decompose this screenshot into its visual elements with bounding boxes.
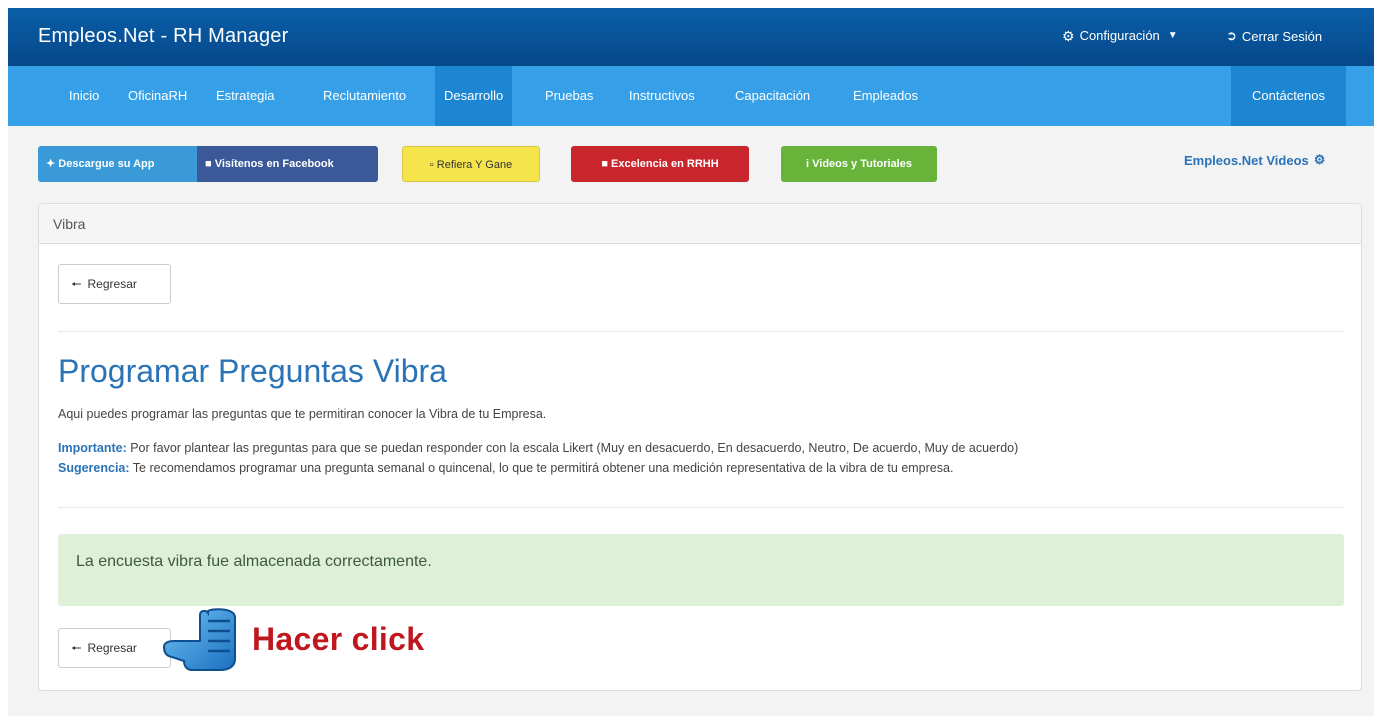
briefcase-icon: ■ xyxy=(601,158,608,170)
nav-item-estrategia[interactable]: Estrategia xyxy=(207,66,284,126)
top-bar: Empleos.Net - RH Manager ⚙ Configuración… xyxy=(8,8,1374,66)
facebook-button[interactable]: ■ Visítenos en Facebook xyxy=(197,146,378,182)
important-note: Importante: Por favor plantear las pregu… xyxy=(58,441,1018,455)
suggestion-note: Sugerencia: Te recomendamos programar un… xyxy=(58,461,953,475)
important-text: Por favor plantear las preguntas para qu… xyxy=(126,441,1019,455)
nav-item-reclutamiento[interactable]: Reclutamiento xyxy=(314,66,415,126)
videos-link-label: Empleos.Net Videos xyxy=(1184,152,1309,168)
success-alert: La encuesta vibra fue almacenada correct… xyxy=(58,534,1344,606)
divider xyxy=(58,507,1344,508)
arrow-left-icon: 🠔 xyxy=(71,641,82,655)
configuration-menu[interactable]: ⚙ Configuración ▼ xyxy=(1062,28,1178,43)
back-button-bottom[interactable]: 🠔 Regresar xyxy=(58,628,171,668)
back-button-top[interactable]: 🠔 Regresar xyxy=(58,264,171,304)
important-label: Importante: xyxy=(58,441,127,455)
facebook-label: Visítenos en Facebook xyxy=(214,158,334,170)
back-label: Regresar xyxy=(87,277,137,291)
refer-and-earn-button[interactable]: ▫ Refiera Y Gane xyxy=(402,146,540,182)
logout-label: Cerrar Sesión xyxy=(1241,28,1323,44)
videos-tutorials-button[interactable]: i Videos y Tutoriales xyxy=(781,146,937,182)
download-app-button[interactable]: ✦ Descargue su App xyxy=(38,146,197,182)
excellence-label: Excelencia en RRHH xyxy=(611,158,719,170)
suggestion-label: Sugerencia: xyxy=(58,461,130,475)
info-icon: i xyxy=(806,158,810,170)
excellence-hr-button[interactable]: ■ Excelencia en RRHH xyxy=(571,146,749,182)
suggestion-text: Te recomendamos programar una pregunta s… xyxy=(129,461,954,475)
intro-text: Aqui puedes programar las preguntas que … xyxy=(58,407,547,421)
brand-title[interactable]: Empleos.Net - RH Manager xyxy=(38,25,288,48)
nav-item-inicio[interactable]: Inicio xyxy=(60,66,108,126)
back-label: Regresar xyxy=(87,641,137,655)
divider xyxy=(58,331,1344,332)
nav-item-pruebas[interactable]: Pruebas xyxy=(536,66,602,126)
logout-icon: ➲ xyxy=(1226,28,1237,43)
nav-item-oficinarh[interactable]: OficinaRH xyxy=(119,66,196,126)
page-title: Programar Preguntas Vibra xyxy=(58,353,447,389)
nav-item-empleados[interactable]: Empleados xyxy=(844,66,927,126)
facebook-icon: ■ xyxy=(205,158,212,170)
gear-icon: ⚙ xyxy=(1062,27,1075,44)
nav-item-capacitacion[interactable]: Capacitación xyxy=(726,66,819,126)
callout-text: Hacer click xyxy=(252,621,425,657)
nav-item-instructivos[interactable]: Instructivos xyxy=(620,66,704,126)
nav-item-contactenos[interactable]: Contáctenos xyxy=(1231,66,1346,126)
videos-label: Videos y Tutoriales xyxy=(812,158,912,170)
main-nav: Inicio OficinaRH Estrategia Reclutamient… xyxy=(8,66,1374,126)
refer-label: Refiera Y Gane xyxy=(436,159,513,171)
configuration-label: Configuración xyxy=(1079,28,1160,43)
money-icon: ▫ xyxy=(429,159,434,171)
android-icon: ✦ xyxy=(46,158,56,170)
gear-icon: ⚙ xyxy=(1313,152,1326,167)
arrow-left-icon: 🠔 xyxy=(71,277,82,291)
panel-title: Vibra xyxy=(39,204,1361,244)
download-app-label: Descargue su App xyxy=(58,158,155,170)
nav-item-desarrollo[interactable]: Desarrollo xyxy=(435,66,513,126)
caret-down-icon: ▼ xyxy=(1167,30,1178,41)
logout-link[interactable]: ➲ Cerrar Sesión xyxy=(1226,28,1322,44)
pointing-hand-icon xyxy=(162,608,236,671)
empleos-videos-link[interactable]: Empleos.Net Videos ⚙ xyxy=(1184,152,1325,168)
